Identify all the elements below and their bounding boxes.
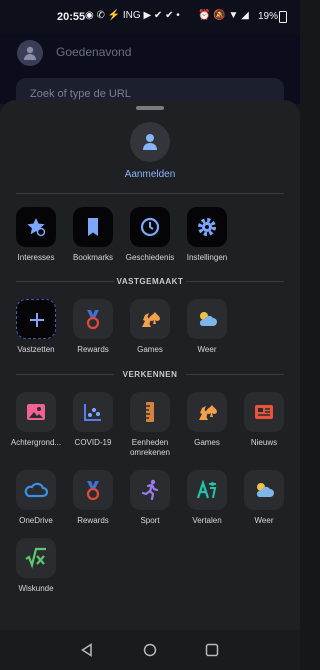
status-time: 20:55 — [57, 11, 86, 23]
wallpaper-icon — [16, 392, 56, 432]
sign-in-link[interactable]: Aanmelden — [100, 169, 200, 180]
explore-item-label: Vertalen — [192, 516, 222, 525]
section-rule — [186, 281, 284, 282]
explore-item-label: Sport — [140, 516, 160, 525]
quick-action-label: Bookmarks — [72, 253, 113, 262]
chess-spade-icon — [187, 392, 227, 432]
back-icon[interactable] — [80, 643, 94, 657]
explore-item-onedrive[interactable]: OneDrive — [6, 470, 66, 526]
battery-icon — [279, 11, 287, 23]
divider — [16, 193, 284, 194]
system-navigation-bar — [0, 630, 300, 670]
bookmark-icon — [73, 207, 113, 247]
pinned-item-weer[interactable]: Weer — [177, 299, 237, 355]
pinned-item-games[interactable]: Games — [120, 299, 180, 355]
chess-spade-icon — [130, 299, 170, 339]
quick-action-history[interactable]: Geschiedenis — [120, 207, 180, 263]
explore-item-eenheden[interactable]: Eenheden omrekenen — [120, 392, 180, 458]
explore-item-games[interactable]: Games — [177, 392, 237, 448]
explore-item-rewards[interactable]: Rewards — [63, 470, 123, 526]
medal-icon — [73, 299, 113, 339]
background-search-placeholder: Zoek of type de URL — [30, 88, 131, 100]
explore-item-wiskunde[interactable]: Wiskunde — [6, 538, 66, 594]
gear-icon — [187, 207, 227, 247]
quick-action-label: Interesses — [17, 253, 55, 262]
math-icon — [16, 538, 56, 578]
sheet-drag-handle[interactable] — [136, 106, 164, 110]
pinned-item-label: Vastzetten — [17, 345, 55, 354]
weather-icon — [244, 470, 284, 510]
background-greeting: Goedenavond — [56, 45, 132, 59]
explore-item-covid[interactable]: COVID-19 — [63, 392, 123, 448]
battery-percent: 19% — [258, 11, 279, 22]
system-icons: ⏰ 🔕 ▼ ◢ — [198, 10, 249, 21]
explore-item-label: Nieuws — [250, 438, 278, 447]
status-bar: 20:55 ◉ ✆ ⚡ ING ▶ ✔ ✔ • ⏰ 🔕 ▼ ◢ 19% — [0, 0, 300, 34]
explore-item-label: Games — [194, 438, 220, 447]
quick-action-settings[interactable]: Instellingen — [177, 207, 237, 263]
news-icon — [244, 392, 284, 432]
covid-chart-icon — [73, 392, 113, 432]
explore-item-weer[interactable]: Weer — [234, 470, 294, 526]
notification-icons: ◉ ✆ ⚡ ING ▶ ✔ ✔ • — [85, 10, 180, 21]
ruler-icon — [130, 392, 170, 432]
history-icon — [130, 207, 170, 247]
pinned-item-label: Games — [137, 345, 163, 354]
explore-item-sport[interactable]: Sport — [120, 470, 180, 526]
medal-icon — [73, 470, 113, 510]
profile-avatar[interactable] — [130, 122, 170, 162]
background-avatar — [17, 40, 43, 66]
pinned-item-vastzetten[interactable]: Vastzetten — [6, 299, 66, 355]
sport-runner-icon — [130, 470, 170, 510]
explore-item-nieuws[interactable]: Nieuws — [234, 392, 294, 448]
translate-icon — [187, 470, 227, 510]
quick-action-bookmarks[interactable]: Bookmarks — [63, 207, 123, 263]
explore-item-label: OneDrive — [19, 516, 53, 525]
weather-icon — [187, 299, 227, 339]
explore-item-label: Rewards — [77, 516, 109, 525]
pinned-item-label: Rewards — [77, 345, 109, 354]
explore-item-achtergrond[interactable]: Achtergrond... — [6, 392, 66, 448]
section-rule — [186, 374, 284, 375]
home-icon[interactable] — [143, 643, 157, 657]
explore-item-label: Weer — [254, 516, 274, 525]
recents-icon[interactable] — [205, 643, 219, 657]
onedrive-icon — [16, 470, 56, 510]
explore-item-label: Eenheden omrekenen — [129, 438, 171, 457]
plus-icon — [16, 299, 56, 339]
explore-item-label: Achtergrond... — [10, 438, 62, 447]
explore-item-label: COVID-19 — [74, 438, 112, 447]
star-settings-icon — [16, 207, 56, 247]
quick-action-label: Instellingen — [186, 253, 228, 262]
explore-item-vertalen[interactable]: Vertalen — [177, 470, 237, 526]
quick-action-interests[interactable]: Interesses — [6, 207, 66, 263]
quick-action-label: Geschiedenis — [125, 253, 175, 262]
pinned-item-label: Weer — [197, 345, 217, 354]
pinned-item-rewards[interactable]: Rewards — [63, 299, 123, 355]
explore-item-label: Wiskunde — [18, 584, 54, 593]
